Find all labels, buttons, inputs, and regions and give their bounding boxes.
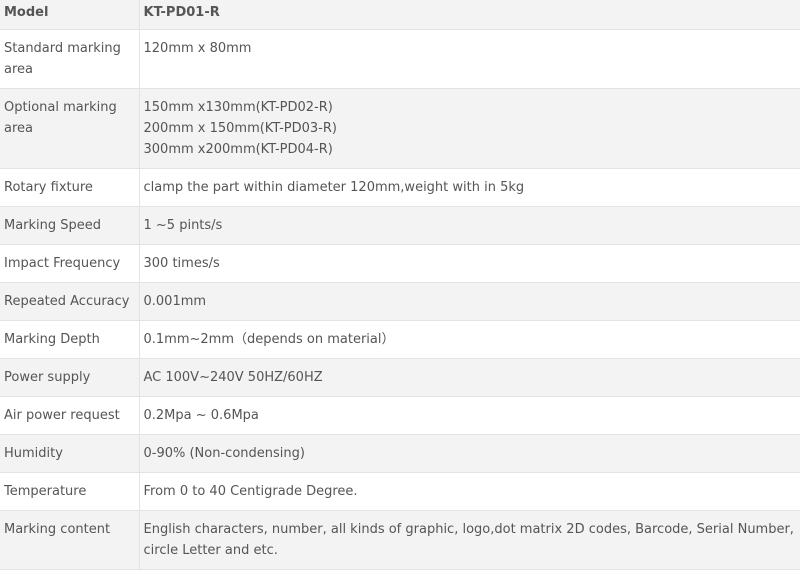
spec-value: From 0 to 40 Centigrade Degree. [139,472,800,511]
table-row: Humidity 0-90% (Non-condensing) [0,434,800,473]
spec-value-line: 300 times/s [143,256,220,271]
table-row: Marking Depth 0.1mm~2mm（depends on mater… [0,320,800,359]
table-row: Temperature From 0 to 40 Centigrade Degr… [0,472,800,511]
spec-value: 300 times/s [139,244,800,283]
spec-label: Temperature [0,472,140,511]
spec-table: Model KT-PD01-R Standard marking area 12… [0,0,800,570]
spec-value: 0.2Mpa ~ 0.6Mpa [139,396,800,435]
table-row: Standard marking area 120mm x 80mm [0,29,800,89]
table-header-row: Model KT-PD01-R [0,0,800,30]
spec-value: clamp the part within diameter 120mm,wei… [139,168,800,207]
spec-value-line: 300mm x200mm(KT-PD04-R) [143,142,333,157]
spec-value-line: 0-90% (Non-condensing) [143,446,305,461]
header-label: Model [0,0,140,30]
spec-value: 150mm x130mm(KT-PD02-R) 200mm x 150mm(KT… [139,88,800,169]
spec-label: Humidity [0,434,140,473]
spec-value-line: 150mm x130mm(KT-PD02-R) [143,100,333,115]
spec-value-line: 0.1mm~2mm（depends on material） [143,332,395,347]
spec-value: 0.001mm [139,282,800,321]
table-row: Marking content English characters, numb… [0,510,800,570]
spec-label: Repeated Accuracy [0,282,140,321]
spec-value-line: From 0 to 40 Centigrade Degree. [143,484,358,499]
spec-value-line: 200mm x 150mm(KT-PD03-R) [143,121,337,136]
spec-label: Power supply [0,358,140,397]
spec-value: 0-90% (Non-condensing) [139,434,800,473]
table-row: Marking Speed 1 ~5 pints/s [0,206,800,245]
table-row: Repeated Accuracy 0.001mm [0,282,800,321]
spec-label: Marking content [0,510,140,570]
header-value: KT-PD01-R [139,0,800,30]
spec-label: Standard marking area [0,29,140,89]
spec-value: English characters, number, all kinds of… [139,510,800,570]
spec-value-line: 0.2Mpa ~ 0.6Mpa [143,408,259,423]
table-row: Power supply AC 100V~240V 50HZ/60HZ [0,358,800,397]
table-row: Rotary fixture clamp the part within dia… [0,168,800,207]
table-row: Air power request 0.2Mpa ~ 0.6Mpa [0,396,800,435]
spec-label: Rotary fixture [0,168,140,207]
spec-value: 1 ~5 pints/s [139,206,800,245]
spec-label: Optional marking area [0,88,140,169]
spec-value-line: English characters, number, all kinds of… [143,522,794,558]
spec-value: AC 100V~240V 50HZ/60HZ [139,358,800,397]
spec-value-line: 0.001mm [143,294,207,309]
spec-value: 0.1mm~2mm（depends on material） [139,320,800,359]
table-row: Impact Frequency 300 times/s [0,244,800,283]
spec-value-line: clamp the part within diameter 120mm,wei… [143,180,525,195]
spec-value-line: AC 100V~240V 50HZ/60HZ [143,370,323,385]
spec-value-line: 120mm x 80mm [143,41,252,56]
spec-label: Marking Depth [0,320,140,359]
spec-label: Air power request [0,396,140,435]
spec-label: Impact Frequency [0,244,140,283]
spec-value-line: 1 ~5 pints/s [143,218,223,233]
spec-value: 120mm x 80mm [139,29,800,89]
spec-label: Marking Speed [0,206,140,245]
table-row: Optional marking area 150mm x130mm(KT-PD… [0,88,800,169]
